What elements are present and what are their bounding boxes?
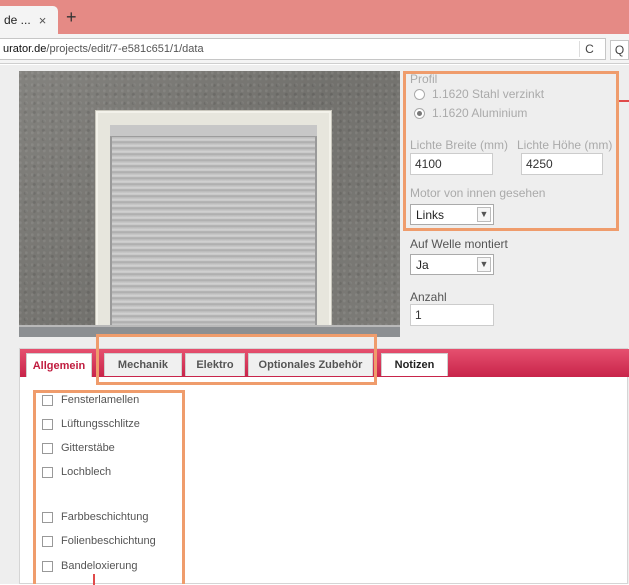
search-icon[interactable]: Q xyxy=(610,40,629,60)
shutter-box xyxy=(110,125,317,137)
highlight-tabs-box xyxy=(96,334,377,385)
checkbox xyxy=(42,442,53,454)
url-path: /projects/edit/7-e581c651/1/data xyxy=(46,43,204,55)
profil-label: Profil xyxy=(410,72,438,86)
checkbox-label: Fensterlamellen xyxy=(61,394,140,406)
chevron-down-icon: ▼ xyxy=(477,207,491,222)
checkbox-label: Farbbeschichtung xyxy=(61,511,149,523)
browser-tab-bar: de ... × + xyxy=(0,0,629,34)
checkbox-lueftungsschlitze[interactable]: Lüftungsschlitze xyxy=(42,418,140,430)
welle-label: Auf Welle montiert xyxy=(410,237,508,251)
checkbox-folienbeschichtung[interactable]: Folienbeschichtung xyxy=(42,535,156,547)
welle-select[interactable]: Ja ▼ xyxy=(410,254,494,275)
url-input[interactable]: urator.de/projects/edit/7-e581c651/1/dat… xyxy=(0,38,606,60)
welle-select-value: Ja xyxy=(416,257,429,272)
anzahl-label: Anzahl xyxy=(410,290,447,304)
radio-label: 1.1620 Stahl verzinkt xyxy=(432,87,545,101)
checkbox-label: Bandeloxierung xyxy=(61,560,138,572)
anzahl-input[interactable]: 1 xyxy=(410,304,494,326)
tabs-panel: Allgemein Mechanik Elektro Optionales Zu… xyxy=(19,334,629,585)
annotation-line xyxy=(93,574,95,585)
checkbox-bandeloxierung[interactable]: Bandeloxierung xyxy=(42,560,137,572)
checkbox-label: Gitterstäbe xyxy=(61,442,115,454)
page-content: Profil 1.1620 Stahl verzinkt 1.1620 Alum… xyxy=(0,65,629,585)
checkbox-label: Folienbeschichtung xyxy=(61,535,156,547)
radio-label: 1.1620 Aluminium xyxy=(432,106,528,120)
checkbox xyxy=(42,418,53,430)
door-preview-image xyxy=(19,71,400,337)
checkbox-label: Lüftungsschlitze xyxy=(61,418,140,430)
door-frame xyxy=(95,110,332,333)
tab-notizen[interactable]: Notizen xyxy=(381,353,448,376)
width-label: Lichte Breite (mm) xyxy=(410,138,509,152)
close-icon[interactable]: × xyxy=(39,13,47,28)
checkbox-farbbeschichtung[interactable]: Farbbeschichtung xyxy=(42,511,148,523)
checkbox-label: Lochblech xyxy=(61,466,112,478)
checkbox xyxy=(42,535,53,547)
radio-aluminium[interactable]: 1.1620 Aluminium xyxy=(414,106,527,120)
roller-shutter xyxy=(110,125,317,333)
reload-icon[interactable]: C xyxy=(579,41,599,57)
radio-stahl[interactable]: 1.1620 Stahl verzinkt xyxy=(414,87,544,101)
chevron-down-icon: ▼ xyxy=(477,257,491,272)
address-bar: urator.de/projects/edit/7-e581c651/1/dat… xyxy=(0,34,629,64)
checkbox xyxy=(42,466,53,478)
properties-panel: Profil 1.1620 Stahl verzinkt 1.1620 Alum… xyxy=(403,65,629,326)
checkbox-fensterlamellen[interactable]: Fensterlamellen xyxy=(42,394,139,406)
height-label: Lichte Höhe (mm) xyxy=(517,138,613,152)
browser-tab-title: de ... xyxy=(4,13,31,27)
height-input[interactable]: 4250 xyxy=(521,153,603,175)
annotation-line xyxy=(619,100,629,102)
browser-tab[interactable]: de ... × xyxy=(0,6,58,34)
radio-button xyxy=(414,88,425,100)
tab-allgemein[interactable]: Allgemein xyxy=(26,353,92,377)
checkbox xyxy=(42,560,53,572)
checkbox-gitterstaebe[interactable]: Gitterstäbe xyxy=(42,442,115,454)
checkbox xyxy=(42,511,53,523)
checkbox-lochblech[interactable]: Lochblech xyxy=(42,466,111,478)
new-tab-icon[interactable]: + xyxy=(66,8,77,26)
width-input[interactable]: 4100 xyxy=(410,153,493,175)
url-host: urator.de xyxy=(3,43,47,55)
motor-select-value: Links xyxy=(416,207,445,222)
motor-select[interactable]: Links ▼ xyxy=(410,204,494,225)
checkbox xyxy=(42,394,53,406)
motor-label: Motor von innen gesehen xyxy=(410,186,546,200)
radio-button-checked xyxy=(414,107,425,119)
